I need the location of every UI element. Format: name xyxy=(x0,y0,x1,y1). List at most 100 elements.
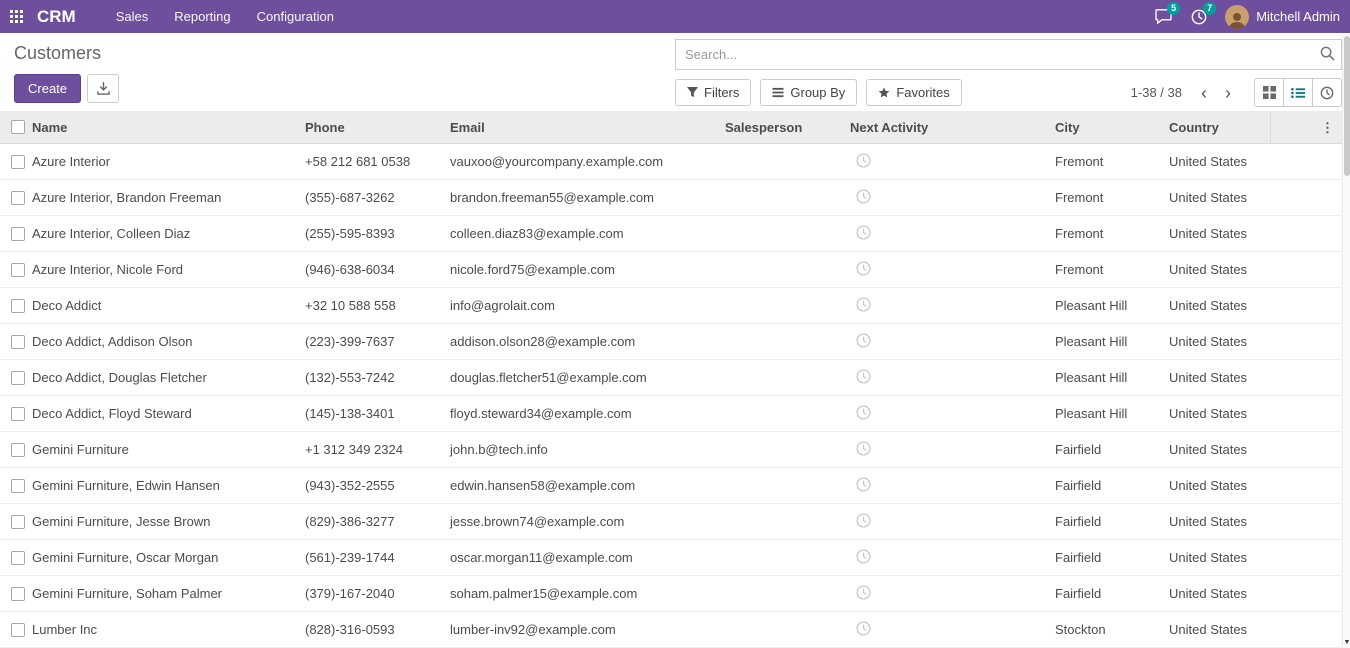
table-header-row: Name Phone Email Salesperson Next Activi… xyxy=(0,111,1342,144)
column-header-country[interactable]: Country xyxy=(1165,120,1270,135)
column-header-next-activity[interactable]: Next Activity xyxy=(846,120,1051,135)
cell-country: United States xyxy=(1165,622,1270,637)
column-header-salesperson[interactable]: Salesperson xyxy=(721,120,846,135)
menu-configuration[interactable]: Configuration xyxy=(257,9,334,24)
table-row[interactable]: Deco Addict, Addison Olson (223)-399-763… xyxy=(0,324,1342,360)
table-row[interactable]: Deco Addict +32 10 588 558 info@agrolait… xyxy=(0,288,1342,324)
cell-country: United States xyxy=(1165,154,1270,169)
table-row[interactable]: Gemini Furniture, Jesse Brown (829)-386-… xyxy=(0,504,1342,540)
row-checkbox[interactable] xyxy=(11,515,25,529)
pager-previous-button[interactable]: ‹ xyxy=(1194,84,1214,102)
next-activity-clock-icon xyxy=(856,405,871,420)
next-activity-clock-icon xyxy=(856,261,871,276)
activity-view-button[interactable] xyxy=(1312,78,1342,107)
cell-email: vauxoo@yourcompany.example.com xyxy=(446,154,721,169)
table-row[interactable]: Lumber Inc (828)-316-0593 lumber-inv92@e… xyxy=(0,612,1342,648)
table-row[interactable]: Gemini Furniture, Edwin Hansen (943)-352… xyxy=(0,468,1342,504)
cell-city: Fairfield xyxy=(1051,586,1165,601)
filters-button[interactable]: Filters xyxy=(675,79,751,106)
search-icon[interactable] xyxy=(1320,46,1335,66)
column-header-name[interactable]: Name xyxy=(28,120,301,135)
row-checkbox[interactable] xyxy=(11,335,25,349)
table-row[interactable]: Azure Interior, Nicole Ford (946)-638-60… xyxy=(0,252,1342,288)
cell-name: Deco Addict xyxy=(28,298,301,313)
list-view-button[interactable] xyxy=(1283,78,1313,107)
next-activity-clock-icon xyxy=(856,513,871,528)
create-button[interactable]: Create xyxy=(14,74,81,103)
row-checkbox[interactable] xyxy=(11,623,25,637)
vertical-scrollbar[interactable]: ▼ xyxy=(1342,34,1350,648)
row-checkbox[interactable] xyxy=(11,263,25,277)
kanban-view-button[interactable] xyxy=(1254,78,1284,107)
cell-city: Fairfield xyxy=(1051,478,1165,493)
cell-name: Deco Addict, Addison Olson xyxy=(28,334,301,349)
cell-phone: (223)-399-7637 xyxy=(301,334,446,349)
column-header-city[interactable]: City xyxy=(1051,120,1165,135)
table-row[interactable]: Azure Interior, Colleen Diaz (255)-595-8… xyxy=(0,216,1342,252)
table-row[interactable]: Deco Addict, Floyd Steward (145)-138-340… xyxy=(0,396,1342,432)
cell-name: Gemini Furniture, Edwin Hansen xyxy=(28,478,301,493)
row-checkbox[interactable] xyxy=(11,299,25,313)
group-by-icon xyxy=(772,87,784,98)
cell-country: United States xyxy=(1165,586,1270,601)
cell-phone: (946)-638-6034 xyxy=(301,262,446,277)
apps-menu-icon[interactable] xyxy=(10,10,23,23)
cell-phone: (355)-687-3262 xyxy=(301,190,446,205)
search-input[interactable] xyxy=(675,39,1342,70)
systray: 5 7 Mitchell Admin xyxy=(1153,5,1340,29)
row-checkbox[interactable] xyxy=(11,155,25,169)
cell-phone: (943)-352-2555 xyxy=(301,478,446,493)
next-activity-clock-icon xyxy=(856,297,871,312)
export-button[interactable] xyxy=(87,74,119,103)
cell-phone: (829)-386-3277 xyxy=(301,514,446,529)
cell-email: floyd.steward34@example.com xyxy=(446,406,721,421)
cell-phone: (561)-239-1744 xyxy=(301,550,446,565)
user-menu[interactable]: Mitchell Admin xyxy=(1225,5,1340,29)
cell-phone: (379)-167-2040 xyxy=(301,586,446,601)
filters-label: Filters xyxy=(704,85,739,100)
star-icon xyxy=(878,87,890,99)
row-checkbox[interactable] xyxy=(11,371,25,385)
messages-icon[interactable]: 5 xyxy=(1153,7,1173,27)
user-name: Mitchell Admin xyxy=(1256,9,1340,24)
table-row[interactable]: Gemini Furniture +1 312 349 2324 john.b@… xyxy=(0,432,1342,468)
table-row[interactable]: Gemini Furniture, Soham Palmer (379)-167… xyxy=(0,576,1342,612)
favorites-button[interactable]: Favorites xyxy=(866,79,961,106)
app-name[interactable]: CRM xyxy=(37,7,76,27)
scrollbar-thumb[interactable] xyxy=(1344,36,1350,176)
row-checkbox[interactable] xyxy=(11,227,25,241)
cell-name: Gemini Furniture, Jesse Brown xyxy=(28,514,301,529)
table-row[interactable]: Deco Addict, Douglas Fletcher (132)-553-… xyxy=(0,360,1342,396)
cell-country: United States xyxy=(1165,334,1270,349)
cell-city: Pleasant Hill xyxy=(1051,370,1165,385)
next-activity-clock-icon xyxy=(856,369,871,384)
cell-phone: (132)-553-7242 xyxy=(301,370,446,385)
select-all-checkbox[interactable] xyxy=(11,120,25,134)
table-row[interactable]: Gemini Furniture, Oscar Morgan (561)-239… xyxy=(0,540,1342,576)
scrollbar-down-arrow[interactable]: ▼ xyxy=(1343,636,1350,648)
row-checkbox[interactable] xyxy=(11,587,25,601)
row-checkbox[interactable] xyxy=(11,479,25,493)
cell-city: Stockton xyxy=(1051,622,1165,637)
menu-reporting[interactable]: Reporting xyxy=(174,9,230,24)
menu-sales[interactable]: Sales xyxy=(116,9,149,24)
cell-name: Azure Interior, Colleen Diaz xyxy=(28,226,301,241)
pager-next-button[interactable]: › xyxy=(1218,84,1238,102)
activity-clock-icon[interactable]: 7 xyxy=(1189,7,1209,27)
cell-city: Fremont xyxy=(1051,154,1165,169)
optional-columns-toggle[interactable]: ⋮ xyxy=(1321,121,1334,134)
group-by-button[interactable]: Group By xyxy=(760,79,857,106)
cell-city: Pleasant Hill xyxy=(1051,298,1165,313)
row-checkbox[interactable] xyxy=(11,407,25,421)
table-row[interactable]: Azure Interior +58 212 681 0538 vauxoo@y… xyxy=(0,144,1342,180)
row-checkbox[interactable] xyxy=(11,443,25,457)
column-header-email[interactable]: Email xyxy=(446,120,721,135)
filter-icon xyxy=(687,87,698,98)
row-checkbox[interactable] xyxy=(11,191,25,205)
main-menu: Sales Reporting Configuration xyxy=(116,9,334,24)
table-row[interactable]: Azure Interior, Brandon Freeman (355)-68… xyxy=(0,180,1342,216)
column-header-phone[interactable]: Phone xyxy=(301,120,446,135)
cell-city: Fairfield xyxy=(1051,550,1165,565)
cell-name: Lumber Inc xyxy=(28,622,301,637)
row-checkbox[interactable] xyxy=(11,551,25,565)
